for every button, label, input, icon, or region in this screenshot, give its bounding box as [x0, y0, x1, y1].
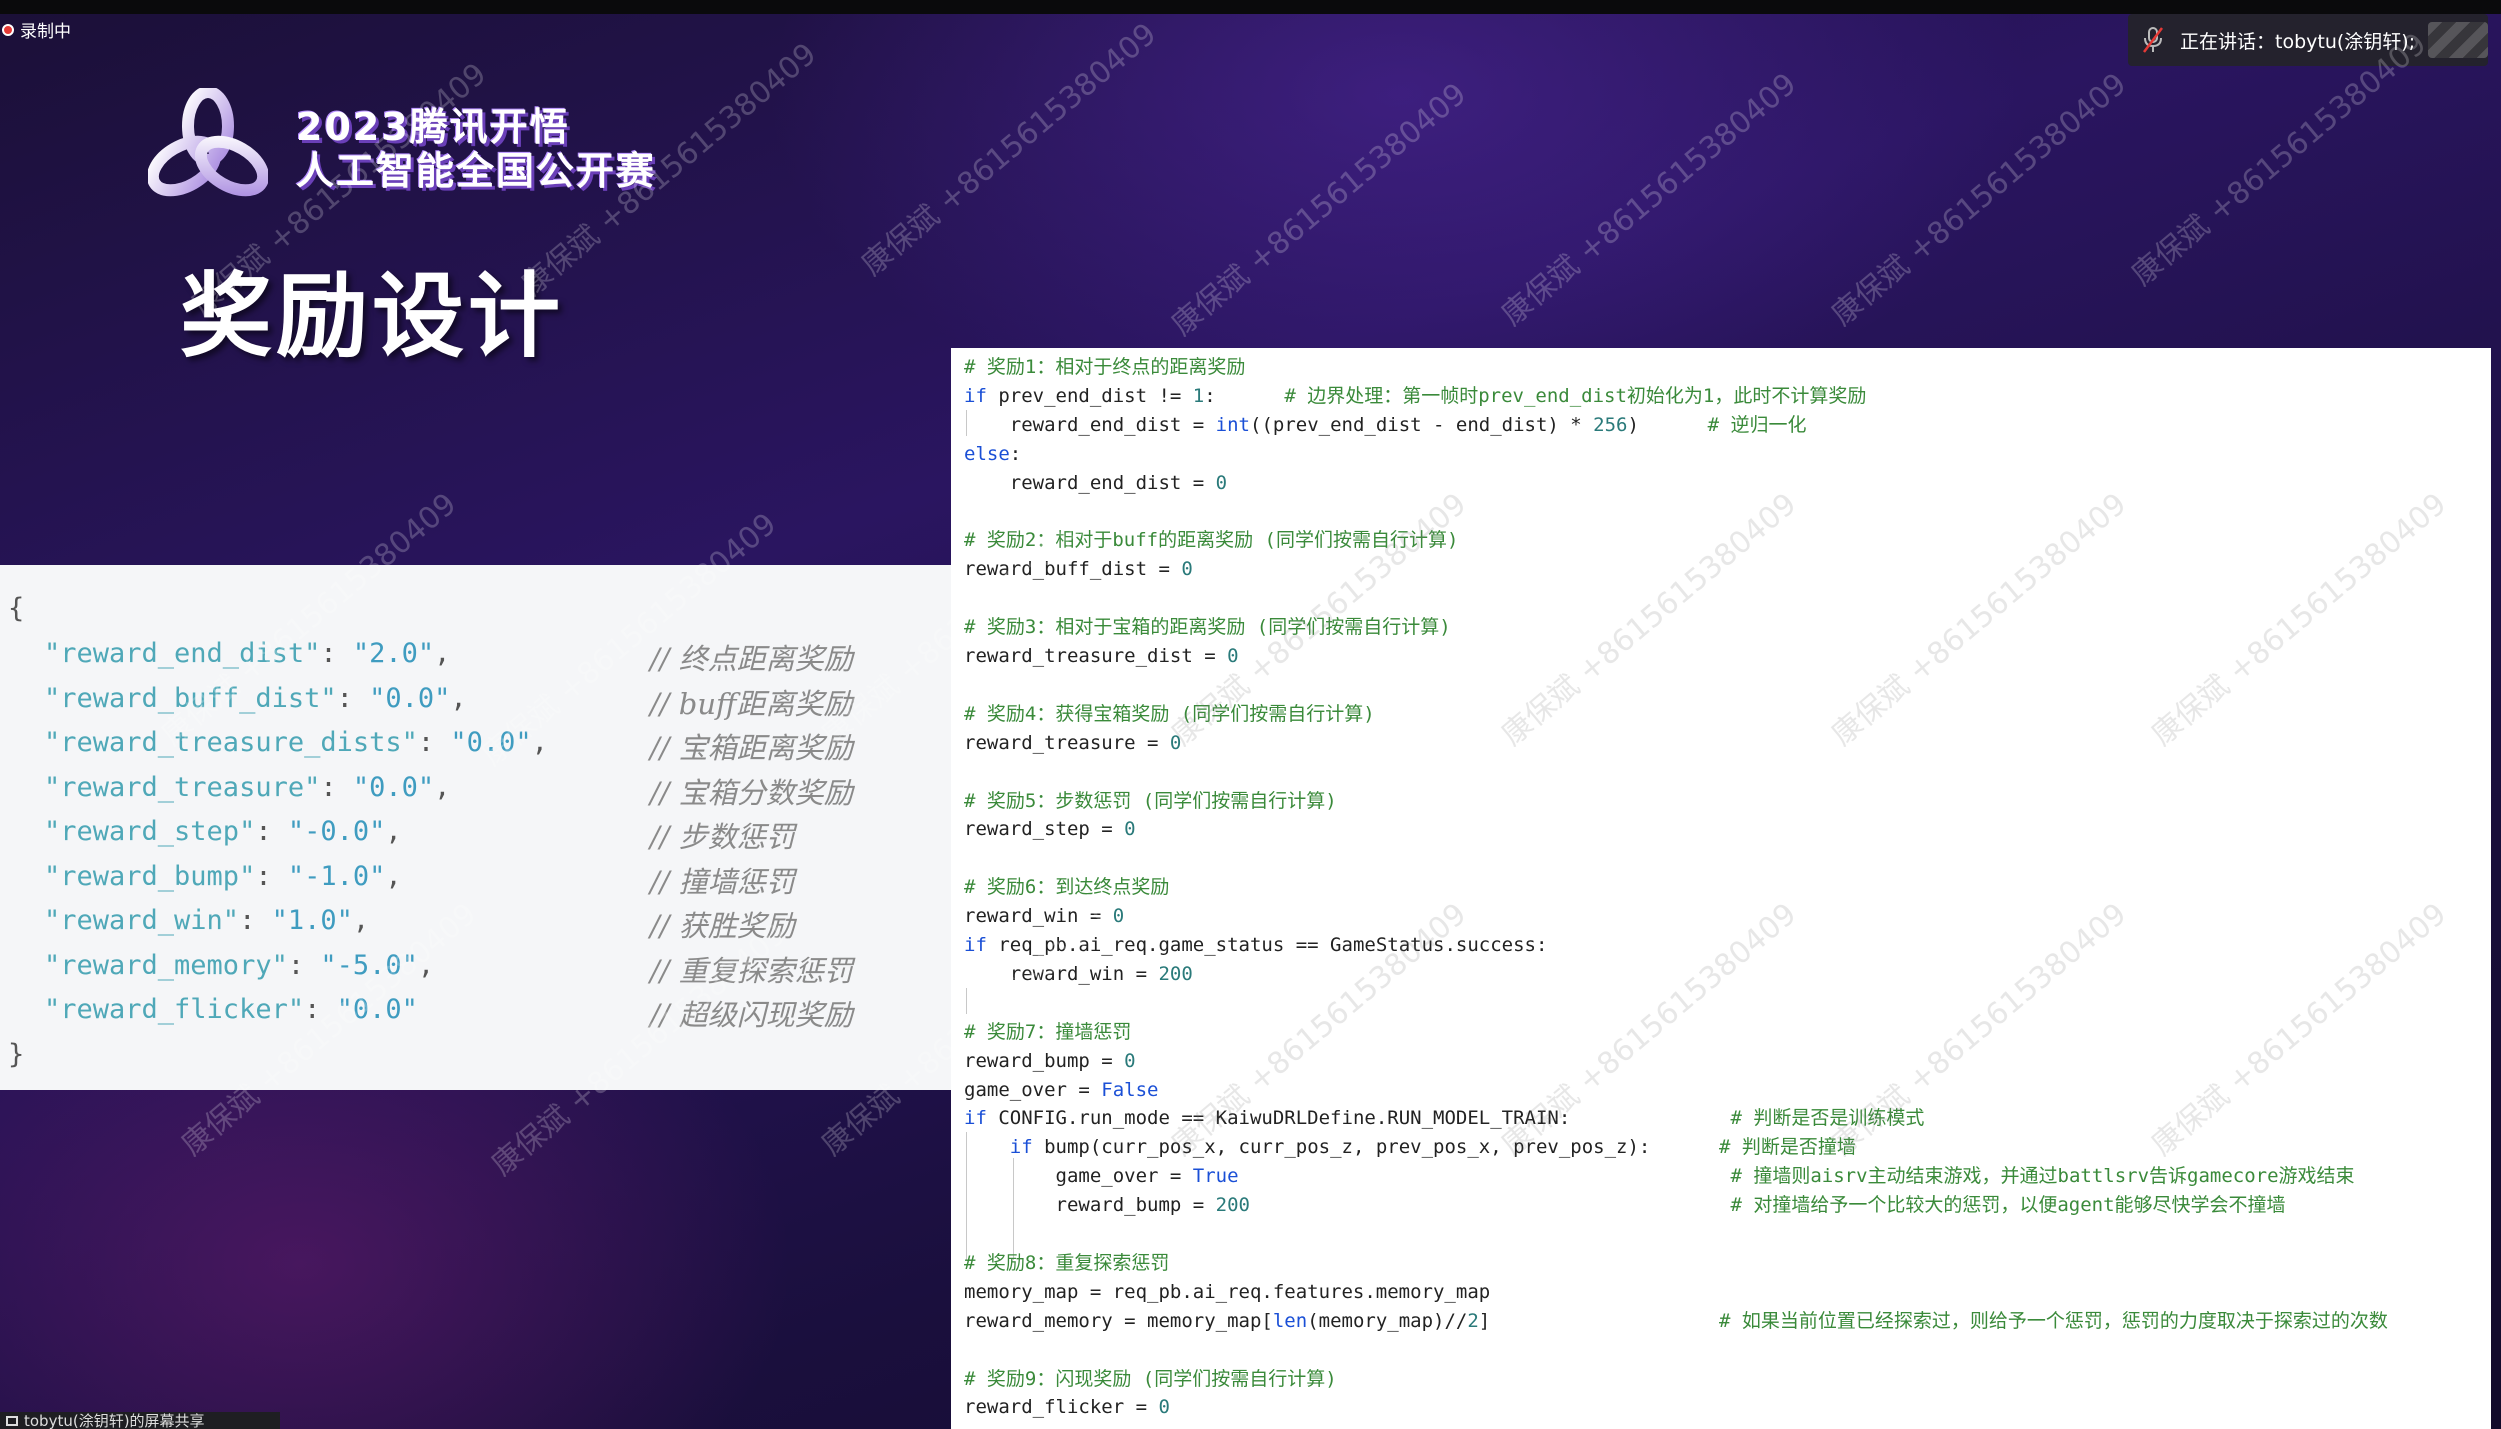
config-comment: // 终点距离奖励 — [650, 642, 853, 676]
code-line: # 奖励6：到达终点奖励 — [964, 876, 1170, 899]
code-line: reward_treasure = 0 — [964, 731, 1182, 754]
config-key: "reward_treasure" — [44, 771, 321, 803]
config-entry: "reward_bump": "-1.0", — [44, 861, 402, 892]
code-line: # 奖励1：相对于终点的距离奖励 — [964, 356, 1246, 378]
code-line: memory_map = req_pb.ai_req.features.memo… — [964, 1280, 1491, 1303]
code-line: # 奖励9：闪现奖励 (同学们按需自行计算) — [964, 1367, 1337, 1390]
config-entry: "reward_treasure": "0.0", — [44, 772, 450, 803]
config-comma: , — [352, 905, 370, 936]
config-comment: // 撞墙惩罚 — [650, 864, 795, 899]
config-entry: "reward_win": "1.0", — [44, 905, 369, 936]
code-line: # 奖励5：步数惩罚 (同学们按需自行计算) — [964, 789, 1337, 812]
code-line: reward_bump = 200 # 对撞墙给予一个比较大的惩罚，以便agen… — [964, 1194, 2286, 1217]
code-line: game_over = True # 撞墙则aisrv主动结束游戏，并通过bat… — [964, 1165, 2355, 1188]
code-line: # 奖励8：重复探索惩罚 — [964, 1251, 1170, 1274]
config-comment: // 宝箱分数奖励 — [650, 775, 853, 810]
config-key: "reward_bump" — [44, 860, 256, 892]
reward-code-panel: # 奖励1：相对于终点的距离奖励 if prev_end_dist != 1: #… — [951, 348, 2491, 1429]
config-comma: , — [434, 638, 451, 669]
config-value: "1.0" — [271, 905, 353, 936]
config-comment: // 步数惩罚 — [650, 820, 795, 854]
code-line: if prev_end_dist != 1: # 边界处理：第一帧时prev_e… — [964, 384, 1867, 407]
config-separator: : — [336, 682, 370, 714]
record-icon — [2, 23, 14, 36]
json-close-brace: } — [8, 1039, 25, 1070]
code-line: # 奖励3：相对于宝箱的距离奖励 (同学们按需自行计算) — [964, 616, 1451, 639]
config-separator: : — [320, 771, 353, 803]
config-separator: : — [320, 638, 353, 669]
config-value: "-1.0" — [287, 860, 386, 892]
config-key: "reward_win" — [44, 905, 240, 936]
top-bar — [0, 0, 2501, 14]
microphone-muted-icon — [2142, 26, 2164, 54]
config-key: "reward_flicker" — [44, 994, 305, 1025]
speaker-avatar-placeholder — [2428, 22, 2488, 58]
screen-share-view: 录制中 正在讲话：tobytu(涂钥轩); 2023腾讯开悟 人工智能全国公开赛… — [0, 0, 2501, 1429]
config-separator: : — [239, 905, 272, 936]
code-line: reward_end_dist = int((prev_end_dist - e… — [964, 413, 1807, 436]
code-line: reward_bump = 0 — [964, 1049, 1136, 1072]
config-value: "2.0" — [352, 638, 435, 669]
config-comma: , — [434, 771, 451, 803]
config-separator: : — [255, 816, 288, 847]
config-value: "0.0" — [352, 771, 435, 803]
code-line: if CONFIG.run_mode == KaiwuDRLDefine.RUN… — [964, 1107, 1925, 1130]
config-key: "reward_memory" — [44, 949, 288, 981]
config-value: "0.0" — [369, 682, 451, 714]
config-comma: , — [450, 682, 467, 714]
config-comma: , — [385, 816, 402, 847]
config-comma: , — [385, 860, 402, 892]
code-line: game_over = False — [964, 1078, 1159, 1101]
config-key: "reward_step" — [44, 816, 256, 847]
json-open-brace: { — [8, 593, 25, 624]
speaking-indicator[interactable]: 正在讲话：tobytu(涂钥轩); — [2128, 14, 2488, 66]
logo-emblem — [146, 86, 270, 208]
code-line: if bump(curr_pos_x, curr_pos_z, prev_pos… — [1009, 1136, 1856, 1159]
config-separator: : — [255, 860, 288, 892]
config-separator: : — [287, 949, 321, 981]
config-separator: : — [417, 727, 451, 758]
config-entry: "reward_step": "-0.0", — [44, 816, 402, 847]
code-line: reward_memory = memory_map[len(memory_ma… — [964, 1309, 2388, 1332]
recording-label: 录制中 — [20, 22, 71, 42]
code-line: reward_step = 0 — [964, 818, 1136, 841]
code-line: reward_treasure_dist = 0 — [964, 645, 1239, 667]
config-key: "reward_treasure_dists" — [44, 727, 418, 758]
config-value: "-0.0" — [287, 816, 386, 847]
recording-indicator[interactable]: 录制中 — [2, 17, 71, 42]
reward-config-panel: { "reward_end_dist": "2.0",// 终点距离奖励 "rew… — [0, 565, 951, 1090]
code-line: else: — [964, 442, 1022, 465]
screen-icon — [6, 1415, 18, 1426]
code-line: reward_flicker = 0 — [964, 1396, 1170, 1419]
screen-share-label: tobytu(涂钥轩)的屏幕共享 — [24, 1412, 205, 1429]
screen-share-tab[interactable]: tobytu(涂钥轩)的屏幕共享 — [0, 1412, 280, 1429]
